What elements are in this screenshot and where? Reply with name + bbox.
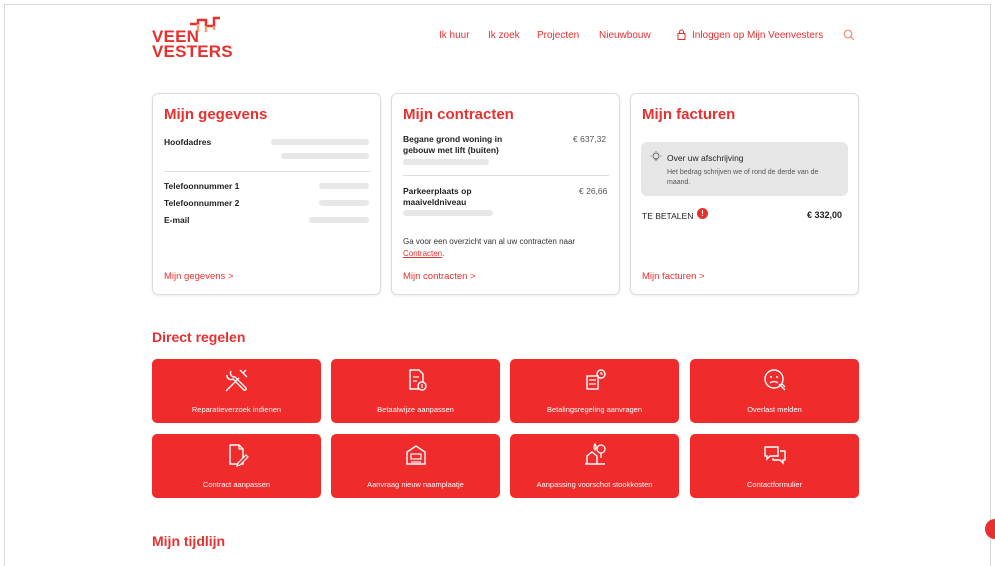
alert-badge-icon: ! xyxy=(697,208,708,219)
te-betalen-amount: € 332,00 xyxy=(807,210,843,220)
contract-1-price: € 637,32 xyxy=(573,134,607,144)
tile-stookkosten[interactable]: Aanpassing voorschot stookkosten xyxy=(510,434,679,498)
tile-reparatieverzoek[interactable]: Reparatieverzoek indienen xyxy=(152,359,321,423)
label-email: E-mail xyxy=(164,215,190,225)
te-betalen-label: TE BETALEN xyxy=(642,211,694,221)
contract-1-name: Begane grond woning in gebouw met lift (… xyxy=(403,134,503,155)
info-text: Het bedrag schrijven we of rond de derde… xyxy=(667,169,819,186)
nav-ik-zoek[interactable]: Ik zoek xyxy=(488,30,520,41)
contract-2-price: € 26,66 xyxy=(579,186,608,196)
redacted-contract-1-address xyxy=(403,159,489,165)
tile-label: Betaalwijze aanpassen xyxy=(377,405,454,414)
chat-bubbles-icon xyxy=(763,446,786,465)
tile-contract-aanpassen[interactable]: Contract aanpassen xyxy=(152,434,321,498)
mijn-facturen-link[interactable]: Mijn facturen > xyxy=(642,271,705,282)
lock-icon[interactable] xyxy=(677,29,686,40)
label-hoofdadres: Hoofdadres xyxy=(164,137,212,147)
tile-label: Betalingsregeling aanvragen xyxy=(546,405,643,414)
tile-label: Overlast melden xyxy=(747,405,802,414)
tile-contactformulier[interactable]: Contactformulier xyxy=(690,434,859,498)
contract-2-name: Parkeerplaats op maaiveldniveau xyxy=(403,186,472,207)
tile-label: Aanpassing voorschot stookkosten xyxy=(536,480,653,489)
tile-label: Reparatieverzoek indienen xyxy=(191,405,282,414)
card-title: Mijn facturen xyxy=(642,106,736,123)
label-telefoon-1: Telefoonnummer 1 xyxy=(164,181,240,191)
nav-ik-huur[interactable]: Ik huur xyxy=(439,30,470,41)
redacted-phone-2 xyxy=(319,200,369,206)
document-payment-icon xyxy=(408,369,427,391)
divider xyxy=(164,171,370,172)
redacted-email xyxy=(309,217,369,223)
mijn-gegevens-link[interactable]: Mijn gegevens > xyxy=(164,271,233,282)
card-mijn-facturen: Mijn facturen Over uw afschrijving Het b… xyxy=(630,93,859,295)
contracts-overview-note: Ga voor een overzicht van al uw contract… xyxy=(403,237,576,258)
tile-overlast-melden[interactable]: Overlast melden xyxy=(690,359,859,423)
tile-betaalwijze[interactable]: Betaalwijze aanpassen xyxy=(331,359,500,423)
redacted-contract-2-address xyxy=(403,210,493,216)
contracten-link[interactable]: Contracten xyxy=(403,249,442,258)
contract-edit-icon xyxy=(228,444,249,467)
label-telefoon-2: Telefoonnummer 2 xyxy=(164,198,240,208)
section-title-direct-regelen: Direct regelen xyxy=(152,329,246,345)
card-mijn-gegevens: Mijn gegevens Hoofdadres Telefoonnummer … xyxy=(152,93,381,295)
card-mijn-contracten: Mijn contracten Begane grond woning in g… xyxy=(391,93,620,295)
card-title: Mijn contracten xyxy=(403,106,514,123)
redacted-address-line1 xyxy=(271,139,369,145)
tile-label: Contract aanpassen xyxy=(202,480,271,489)
lightbulb-icon xyxy=(650,151,662,161)
tile-label: Contactformulier xyxy=(746,480,803,489)
heating-cost-icon xyxy=(584,442,606,465)
info-title: Over uw afschrijving xyxy=(667,153,744,163)
tile-label: Aanvraag nieuw naamplaatje xyxy=(367,480,464,489)
nav-projecten[interactable]: Projecten xyxy=(537,30,579,41)
card-title: Mijn gegevens xyxy=(164,106,268,123)
top-navigation: Ik huur Ik zoek Projecten Nieuwbouw Inlo… xyxy=(0,29,995,46)
redacted-address-line2 xyxy=(281,153,369,159)
search-icon[interactable] xyxy=(843,29,855,41)
tile-betalingsregeling[interactable]: Betalingsregeling aanvragen xyxy=(510,359,679,423)
nameplate-icon xyxy=(405,445,426,465)
nuisance-face-icon xyxy=(763,369,785,391)
nav-nieuwbouw[interactable]: Nieuwbouw xyxy=(599,30,651,41)
redacted-phone-1 xyxy=(319,183,369,189)
tile-naamplaatje[interactable]: Aanvraag nieuw naamplaatje xyxy=(331,434,500,498)
payment-arrangement-icon xyxy=(585,369,606,390)
afschrijving-info-box: Over uw afschrijving Het bedrag schrijve… xyxy=(641,142,848,196)
section-title-mijn-tijdlijn: Mijn tijdlijn xyxy=(152,533,226,549)
note-text: Ga voor een overzicht van al uw contract… xyxy=(403,237,576,246)
mijn-contracten-link[interactable]: Mijn contracten > xyxy=(403,271,476,282)
nav-login-link[interactable]: Inloggen op Mijn Veenvesters xyxy=(692,30,823,41)
tools-icon xyxy=(225,369,247,392)
divider xyxy=(403,175,609,176)
